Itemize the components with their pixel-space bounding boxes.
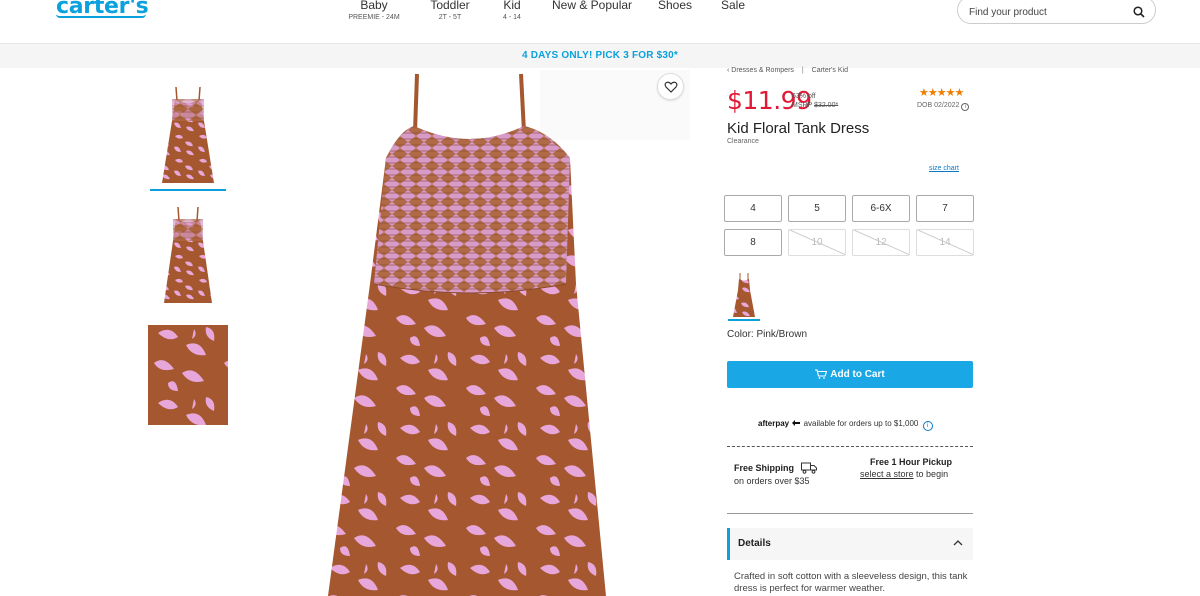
rating-stars[interactable]: ★★★★★ <box>919 86 964 99</box>
search-icon[interactable] <box>1133 6 1145 18</box>
nav-sub: PREEMIE - 24M <box>348 14 400 21</box>
size-option-12-unavailable: 12 <box>852 229 910 256</box>
breadcrumb-dresses-rompers[interactable]: ‹ Dresses & Rompers <box>727 67 794 74</box>
clearance-label: Clearance <box>727 138 759 145</box>
nav-label: Toddler <box>430 0 470 12</box>
promo-text: 4 DAYS ONLY! PICK 3 FOR $30* <box>521 50 679 61</box>
details-label: Details <box>738 538 771 549</box>
afterpay-text: available for orders up to $1,000 <box>803 419 919 428</box>
breadcrumb: ‹ Dresses & Rompers | Carter's Kid <box>727 67 848 74</box>
divider <box>727 513 973 514</box>
nav-kid[interactable]: Kid 4 - 14 <box>498 0 526 21</box>
thumbnail-fabric-detail[interactable] <box>148 325 228 425</box>
add-to-cart-label: Add to Cart <box>830 369 885 380</box>
percent-off: 63% off <box>792 93 816 100</box>
add-to-cart-button[interactable]: Add to Cart <box>727 361 973 388</box>
cart-icon <box>815 369 828 379</box>
free-shipping-title: Free Shipping <box>734 463 795 473</box>
nav-new-popular[interactable]: New & Popular <box>552 0 633 12</box>
nav-sale[interactable]: Sale <box>720 0 746 12</box>
size-option-8[interactable]: 8 <box>724 229 782 256</box>
free-shipping-subtitle: on orders over $35 <box>734 476 810 486</box>
logo-swoosh <box>56 14 146 18</box>
select-store-link[interactable]: select a store <box>860 469 914 479</box>
product-title: Kid Floral Tank Dress <box>727 120 870 137</box>
pickup-title: Free 1 Hour Pickup <box>870 457 953 467</box>
color-swatch-pink-brown[interactable] <box>728 270 760 320</box>
sale-price: $11.99 <box>727 86 812 115</box>
size-chart-link[interactable]: size chart <box>929 165 959 172</box>
main-product-image[interactable] <box>320 70 690 596</box>
info-icon[interactable]: i <box>922 421 933 431</box>
breadcrumb-separator: | <box>801 67 804 74</box>
pickup-subtitle: select a store to begin <box>860 469 948 479</box>
divider <box>727 446 973 447</box>
msrp-price: MSRP $32.00* <box>792 102 838 109</box>
nav-label: New & Popular <box>552 0 633 12</box>
afterpay-notice: afterpay available for orders up to $1,0… <box>758 419 933 431</box>
msrp-value: $32.00* <box>814 102 839 109</box>
chevron-up-icon <box>953 540 963 546</box>
dob-text: DOB 02/2022 <box>917 102 960 109</box>
nav-label: Baby <box>360 0 388 12</box>
site-header: carter's Baby PREEMIE - 24M Toddler 2T -… <box>0 0 1200 44</box>
nav-sub: 2T - 5T <box>438 14 462 21</box>
size-option-10-unavailable: 10 <box>788 229 846 256</box>
search-placeholder: Find your product <box>969 7 1047 18</box>
nav-baby[interactable]: Baby PREEMIE - 24M <box>347 0 401 21</box>
breadcrumb-carters-kid[interactable]: Carter's Kid <box>812 67 848 74</box>
size-option-4[interactable]: 4 <box>724 195 782 222</box>
thumbnail-back[interactable] <box>148 205 228 305</box>
promo-banner[interactable]: 4 DAYS ONLY! PICK 3 FOR $30* <box>0 44 1200 68</box>
product-description: Crafted in soft cotton with a sleeveless… <box>734 571 968 594</box>
nav-label: Sale <box>720 0 746 12</box>
swatch-selected-indicator <box>728 319 760 321</box>
nav-label: Shoes <box>657 0 693 12</box>
afterpay-logo: afterpay <box>758 419 790 428</box>
details-accordion[interactable]: Details <box>727 528 973 560</box>
nav-toddler[interactable]: Toddler 2T - 5T <box>426 0 474 21</box>
date-of-birth: DOB 02/2022 i <box>917 102 970 111</box>
info-icon[interactable]: i <box>961 103 970 111</box>
search-input[interactable]: Find your product <box>957 0 1156 24</box>
thumbnail-selected-indicator <box>150 189 226 191</box>
nav-shoes[interactable]: Shoes <box>657 0 693 12</box>
heart-icon <box>664 81 678 93</box>
msrp-label: MSRP <box>792 102 813 109</box>
pickup-tail-text: to begin <box>916 469 949 479</box>
nav-label: Kid <box>503 0 521 12</box>
size-option-6-6x[interactable]: 6-6X <box>852 195 910 222</box>
favorite-button[interactable] <box>657 73 684 100</box>
truck-icon <box>801 462 817 474</box>
brand-logo[interactable]: carter's <box>56 0 149 19</box>
thumbnail-front[interactable] <box>148 85 228 185</box>
size-option-7[interactable]: 7 <box>916 195 974 222</box>
selected-color-label: Color: Pink/Brown <box>727 329 808 340</box>
nav-sub: 4 - 14 <box>503 14 521 21</box>
afterpay-arrows-icon <box>792 420 801 426</box>
size-option-5[interactable]: 5 <box>788 195 846 222</box>
size-option-14-unavailable: 14 <box>916 229 974 256</box>
